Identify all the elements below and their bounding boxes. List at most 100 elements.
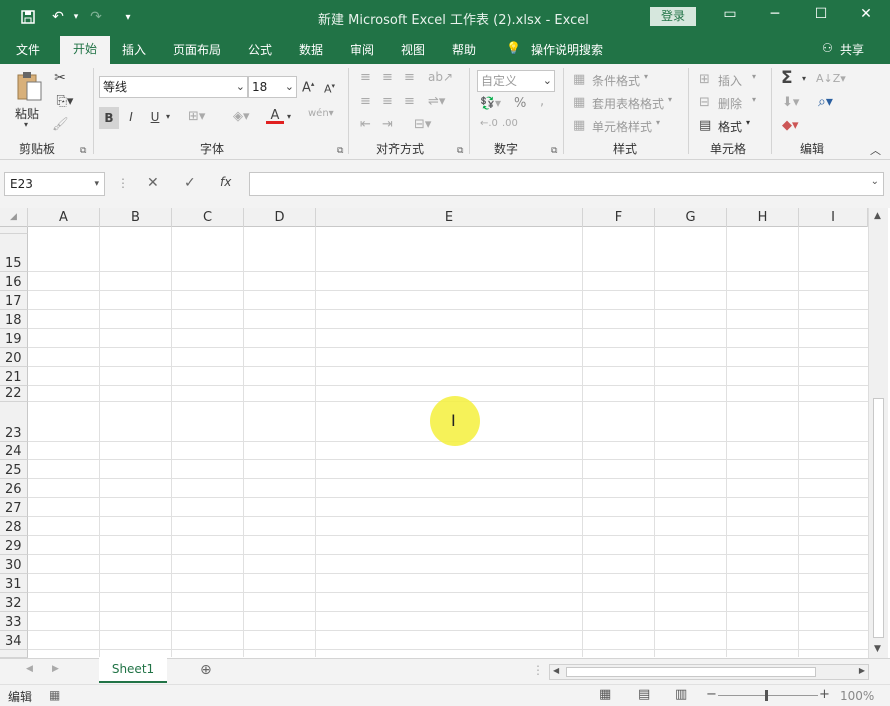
redo-icon[interactable]: ↷	[86, 7, 106, 27]
vertical-scrollbar[interactable]: ▲ ▼	[868, 208, 888, 658]
column-header-b[interactable]: B	[100, 208, 172, 227]
tab-insert[interactable]: 插入	[122, 41, 146, 58]
page-layout-view-icon[interactable]: ▤	[638, 687, 650, 702]
tab-file[interactable]: 文件	[16, 41, 40, 58]
cut-icon[interactable]: ✂	[52, 70, 68, 86]
row-header[interactable]: 30	[0, 555, 28, 574]
tab-review[interactable]: 审阅	[350, 41, 374, 58]
row-header[interactable]: 32	[0, 593, 28, 612]
font-color-dropdown-icon[interactable]: ▾	[287, 112, 291, 121]
tab-formulas[interactable]: 公式	[248, 41, 272, 58]
vertical-scroll-thumb[interactable]	[873, 398, 884, 638]
insert-button[interactable]: 插入	[718, 72, 742, 89]
column-header-e[interactable]: E	[316, 208, 583, 227]
underline-button[interactable]: U	[148, 110, 162, 124]
row-header[interactable]: 33	[0, 612, 28, 631]
number-format-select[interactable]: 自定义 ⌄	[477, 70, 555, 92]
cancel-icon[interactable]: ✕	[147, 175, 159, 191]
column-header-g[interactable]: G	[655, 208, 727, 227]
align-left-icon[interactable]: ≡	[360, 94, 371, 109]
find-select-icon[interactable]: ⌕▾	[818, 94, 833, 110]
chevron-down-icon[interactable]: ⌄	[871, 176, 879, 187]
row-header[interactable]: 15	[0, 234, 28, 272]
name-box[interactable]: E23 ▾	[4, 172, 105, 196]
font-color-icon[interactable]: A	[266, 108, 284, 124]
cell-styles-button[interactable]: 单元格样式	[592, 118, 652, 135]
bold-button[interactable]: B	[99, 107, 119, 129]
worksheet-grid[interactable]: ◢ A B C D E F G H I 15 16 17 18 19 20 21…	[0, 208, 890, 658]
horizontal-scrollbar[interactable]: ◀ ▶	[549, 664, 869, 680]
orientation-icon[interactable]: ab↗	[428, 70, 453, 84]
delete-button[interactable]: 删除	[718, 95, 742, 112]
align-right-icon[interactable]: ≡	[404, 94, 415, 109]
horizontal-scroll-thumb[interactable]	[566, 667, 816, 677]
format-button[interactable]: 格式	[718, 118, 742, 135]
paste-dropdown-icon[interactable]: ▾	[24, 120, 28, 129]
italic-button[interactable]: I	[124, 110, 138, 124]
scroll-up-icon[interactable]: ▲	[874, 211, 881, 221]
cell-styles-icon[interactable]: ▦	[573, 118, 585, 133]
alignment-launcher-icon[interactable]: ⧉	[457, 146, 463, 156]
format-cells-icon[interactable]: ▤	[699, 118, 711, 133]
increase-decimal-icon[interactable]: ←.0	[480, 118, 498, 129]
font-name-select[interactable]: 等线 ⌄	[99, 76, 248, 98]
column-header-h[interactable]: H	[727, 208, 799, 227]
format-painter-icon[interactable]: 🖌	[52, 117, 69, 132]
zoom-out-icon[interactable]: −	[706, 687, 717, 702]
format-as-table-button[interactable]: 套用表格格式	[592, 95, 664, 112]
row-header[interactable]: 21	[0, 367, 28, 386]
enter-icon[interactable]: ✓	[184, 175, 196, 191]
prev-sheet-icon[interactable]: ◀	[26, 664, 33, 674]
page-break-view-icon[interactable]: ▥	[675, 687, 687, 702]
row-header[interactable]: 31	[0, 574, 28, 593]
align-bottom-icon[interactable]: ≡	[404, 70, 415, 85]
zoom-slider[interactable]	[718, 695, 818, 696]
share-button[interactable]: 共享	[840, 41, 864, 58]
align-middle-icon[interactable]: ≡	[382, 70, 393, 85]
font-size-select[interactable]: 18 ⌄	[248, 76, 297, 98]
autosum-dropdown-icon[interactable]: ▾	[802, 74, 806, 83]
ribbon-display-options-icon[interactable]: ▭	[720, 6, 740, 26]
undo-icon[interactable]: ↶	[48, 7, 68, 27]
clear-icon[interactable]: ◆▾	[782, 118, 799, 133]
row-header[interactable]: 26	[0, 479, 28, 498]
fill-color-icon[interactable]: ◈▾	[233, 109, 250, 124]
column-header-a[interactable]: A	[28, 208, 100, 227]
decrease-decimal-icon[interactable]: .00	[502, 118, 518, 129]
row-header[interactable]: 29	[0, 536, 28, 555]
select-all-corner[interactable]: ◢	[0, 208, 28, 227]
formula-input[interactable]: ⌄	[249, 172, 884, 196]
zoom-slider-thumb[interactable]	[765, 690, 768, 701]
row-header[interactable]: 16	[0, 272, 28, 291]
normal-view-icon[interactable]: ▦	[599, 687, 611, 702]
minimize-icon[interactable]: ─	[765, 6, 785, 26]
chevron-down-icon[interactable]: ▾	[94, 173, 99, 195]
insert-function-icon[interactable]: fx	[220, 175, 231, 189]
zoom-level[interactable]: 100%	[840, 689, 874, 703]
row-header[interactable]: 18	[0, 310, 28, 329]
tell-me-search[interactable]: 操作说明搜索	[531, 41, 603, 58]
scroll-left-icon[interactable]: ◀	[553, 666, 559, 675]
row-header[interactable]: 22	[0, 386, 28, 402]
tab-help[interactable]: 帮助	[452, 41, 476, 58]
login-button[interactable]: 登录	[650, 7, 696, 26]
insert-cells-icon[interactable]: ⊞	[699, 72, 710, 87]
collapse-ribbon-icon[interactable]: ︿	[870, 142, 881, 158]
decrease-font-icon[interactable]: A▾	[324, 82, 335, 96]
row-header[interactable]: 19	[0, 329, 28, 348]
wrap-text-icon[interactable]: ⇌▾	[428, 94, 445, 109]
number-launcher-icon[interactable]: ⧉	[551, 146, 557, 156]
column-header-i[interactable]: I	[799, 208, 868, 227]
row-header[interactable]: 27	[0, 498, 28, 517]
paste-icon[interactable]	[14, 70, 44, 104]
scroll-down-icon[interactable]: ▼	[874, 644, 881, 654]
autosum-icon[interactable]: Σ	[781, 68, 793, 88]
percent-icon[interactable]: %	[514, 96, 526, 111]
font-launcher-icon[interactable]: ⧉	[337, 146, 343, 156]
close-icon[interactable]: ✕	[856, 6, 876, 26]
save-icon[interactable]	[18, 7, 38, 27]
borders-icon[interactable]: ⊞▾	[188, 109, 205, 124]
row-header[interactable]: 34	[0, 631, 28, 650]
tab-page-layout[interactable]: 页面布局	[173, 41, 221, 58]
comma-style-icon[interactable]: ,	[540, 94, 544, 109]
